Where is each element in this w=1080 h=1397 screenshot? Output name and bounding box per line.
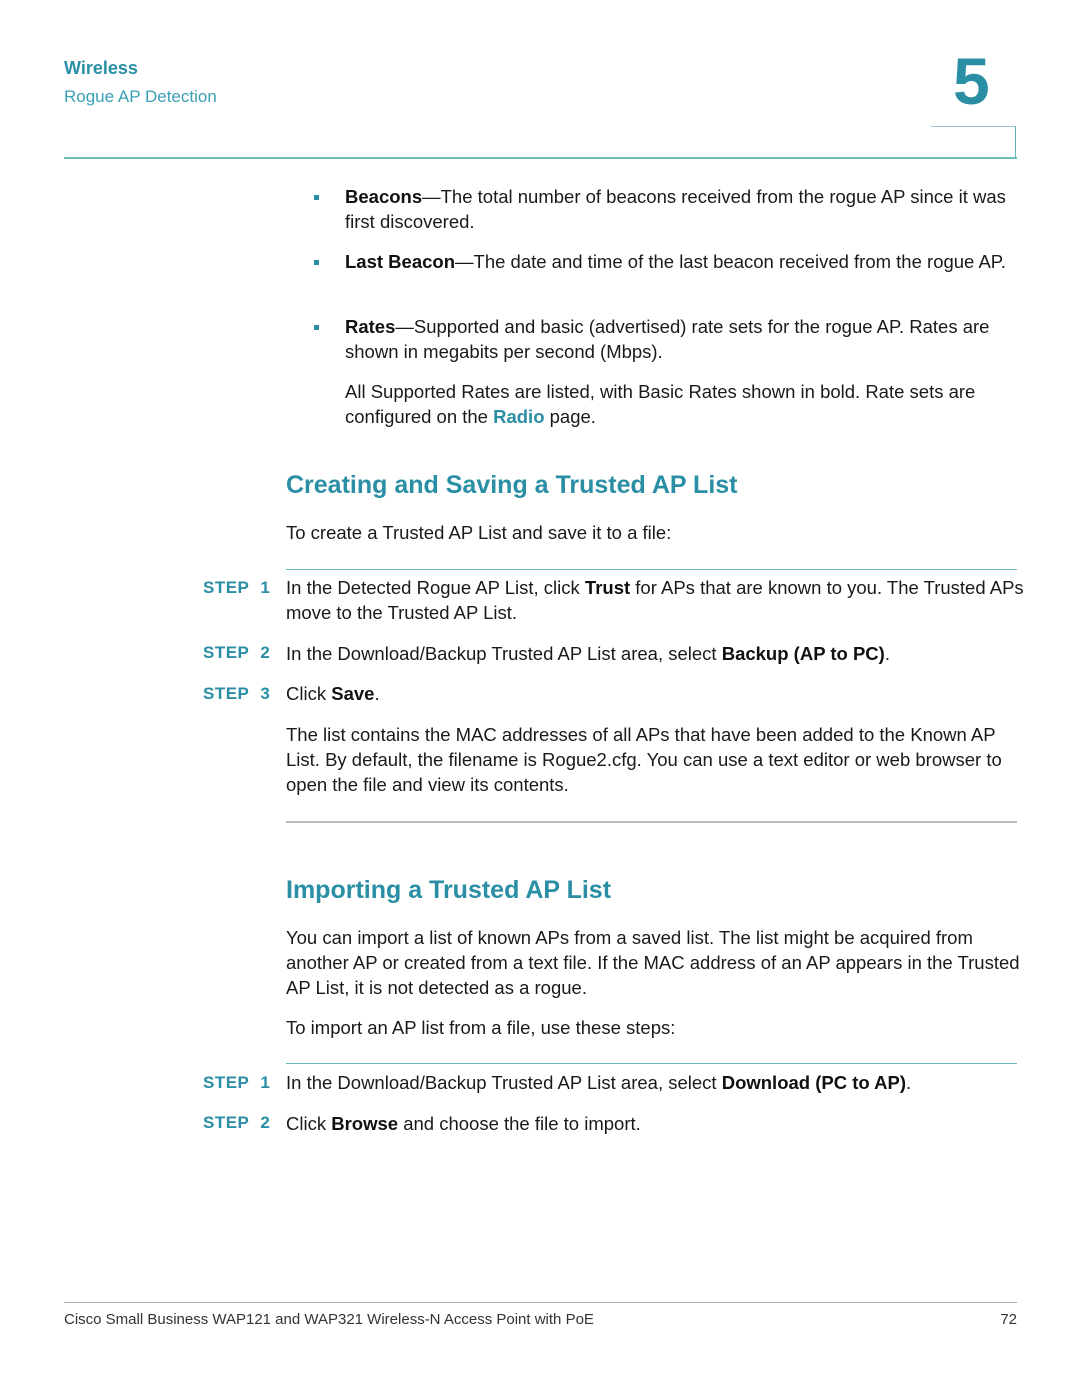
rates-note: All Supported Rates are listed, with Bas… <box>345 379 1025 429</box>
chapter-number: 5 <box>953 44 990 118</box>
step-text-part: and choose the file to import. <box>398 1113 641 1134</box>
ui-term: Browse <box>331 1113 399 1134</box>
page-number: 72 <box>1000 1311 1017 1328</box>
bullet-desc: —The date and time of the last beacon re… <box>455 251 1006 272</box>
bullet-item-rates: Rates—Supported and basic (advertised) r… <box>345 314 1025 364</box>
step-label: STEP 2 <box>203 1113 271 1132</box>
ui-term: Download (PC to AP) <box>721 1072 906 1093</box>
step-text-part: . <box>884 643 890 664</box>
bullet-item-last-beacon: Last Beacon—The date and time of the las… <box>345 249 1025 274</box>
step-text-part: Click <box>286 683 332 704</box>
step-text-part: Click <box>286 1113 332 1134</box>
section-heading-importing: Importing a Trusted AP List <box>286 876 612 904</box>
bullet-marker <box>314 260 319 265</box>
step-text-part: . <box>906 1072 912 1093</box>
section-title: Rogue AP Detection <box>64 87 217 106</box>
ui-term: Save <box>331 683 375 704</box>
bullet-item-beacons: Beacons—The total number of beacons rece… <box>345 184 1025 234</box>
step-text: Click Browse and choose the file to impo… <box>286 1111 1026 1136</box>
step-label: STEP 1 <box>203 1073 271 1092</box>
steps-divider <box>286 1063 1017 1064</box>
bullet-term: Beacons <box>345 186 423 207</box>
rates-note-text: All Supported Rates are listed, with Bas… <box>345 381 976 427</box>
bullet-desc: —The total number of beacons received fr… <box>345 186 1006 232</box>
ui-term: Trust <box>584 577 631 598</box>
step-text-part: In the Download/Backup Trusted AP List a… <box>286 1072 722 1093</box>
section1-note: The list contains the MAC addresses of a… <box>286 724 1002 795</box>
rates-note-text-end: page. <box>544 406 596 427</box>
step-text: In the Download/Backup Trusted AP List a… <box>286 1070 1026 1095</box>
radio-page-link[interactable]: Radio <box>493 406 544 427</box>
bullet-marker <box>314 325 319 330</box>
ui-term: Backup (AP to PC) <box>721 643 885 664</box>
step-text-part: In the Detected Rogue AP List, click <box>286 577 585 598</box>
step-text: In the Detected Rogue AP List, click Tru… <box>286 575 1026 625</box>
steps-divider <box>286 569 1017 570</box>
step-text-part: . <box>374 683 380 704</box>
chapter-title: Wireless <box>64 58 138 78</box>
step-label: STEP 1 <box>203 578 271 597</box>
section1-intro: To create a Trusted AP List and save it … <box>286 522 672 543</box>
step-label: STEP 2 <box>203 643 271 662</box>
section-heading-creating: Creating and Saving a Trusted AP List <box>286 471 738 499</box>
step-text: Click Save. <box>286 681 1026 706</box>
step-text: In the Download/Backup Trusted AP List a… <box>286 641 1026 666</box>
bullet-marker <box>314 195 319 200</box>
section2-intro2: To import an AP list from a file, use th… <box>286 1017 676 1038</box>
chapter-tab-box <box>931 126 1016 157</box>
footer-divider <box>64 1302 1017 1303</box>
section2-intro: You can import a list of known APs from … <box>286 927 1020 998</box>
bullet-term: Last Beacon <box>345 251 456 272</box>
footer-product-name: Cisco Small Business WAP121 and WAP321 W… <box>64 1311 594 1328</box>
header-divider <box>64 157 1017 159</box>
section-end-divider <box>286 821 1017 823</box>
bullet-desc: —Supported and basic (advertised) rate s… <box>345 316 990 362</box>
bullet-term: Rates <box>345 316 396 337</box>
step-label: STEP 3 <box>203 684 271 703</box>
step-text-part: In the Download/Backup Trusted AP List a… <box>286 643 722 664</box>
